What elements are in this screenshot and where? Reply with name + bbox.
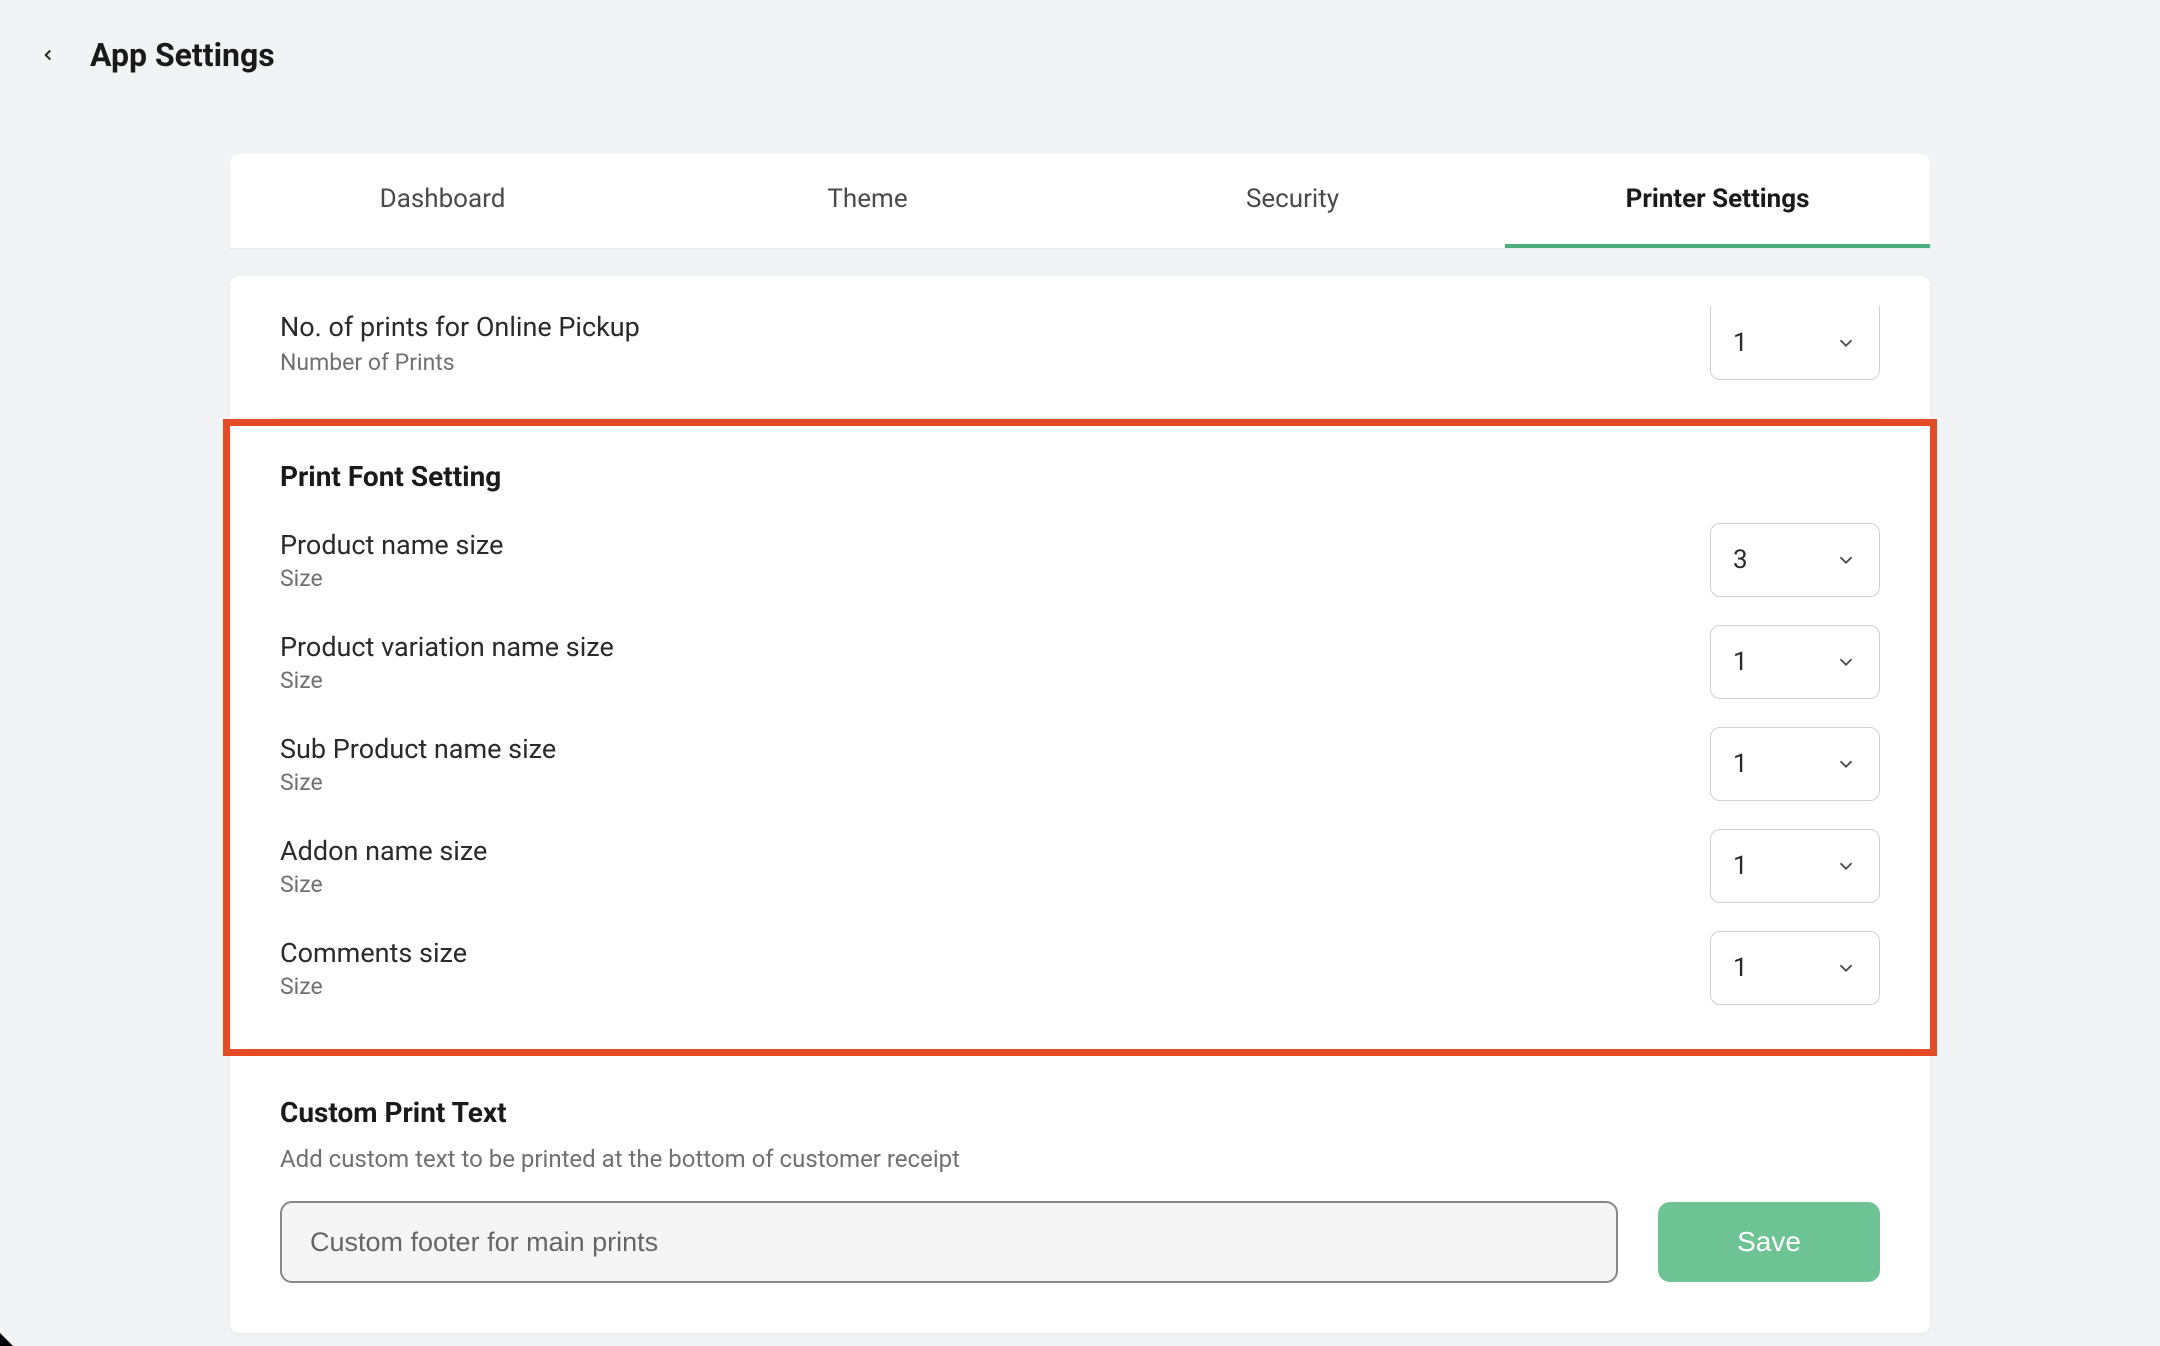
product-variation-size-select[interactable]: 1 (1710, 625, 1880, 699)
font-row-title: Product variation name size (280, 631, 614, 663)
tab-security[interactable]: Security (1080, 154, 1505, 248)
back-button[interactable] (30, 37, 66, 73)
font-row-sub: Size (280, 871, 487, 898)
save-button[interactable]: Save (1658, 1202, 1880, 1282)
corner-notch (0, 1333, 13, 1346)
comments-size-select[interactable]: 1 (1710, 931, 1880, 1005)
select-value: 1 (1733, 851, 1748, 881)
prints-select[interactable]: 1 (1710, 306, 1880, 380)
font-row-sub: Size (280, 565, 503, 592)
comments-size-row: Comments size Size 1 (230, 917, 1930, 1019)
chevron-down-icon (1835, 332, 1857, 354)
chevron-left-icon (39, 46, 57, 64)
prints-value: 1 (1733, 328, 1748, 358)
prints-sub: Number of Prints (280, 349, 640, 376)
font-row-title: Sub Product name size (280, 733, 556, 765)
select-value: 1 (1733, 953, 1748, 983)
product-name-size-select[interactable]: 3 (1710, 523, 1880, 597)
addon-name-size-select[interactable]: 1 (1710, 829, 1880, 903)
addon-name-size-row: Addon name size Size 1 (230, 815, 1930, 917)
print-font-setting-highlight: Print Font Setting Product name size Siz… (223, 419, 1937, 1056)
custom-footer-input[interactable] (280, 1201, 1618, 1283)
font-row-title: Comments size (280, 937, 467, 969)
font-section-title: Print Font Setting (230, 434, 1930, 509)
chevron-down-icon (1835, 753, 1857, 775)
settings-panel: No. of prints for Online Pickup Number o… (230, 276, 1930, 1333)
chevron-down-icon (1835, 549, 1857, 571)
font-row-sub: Size (280, 973, 467, 1000)
page-title: App Settings (90, 36, 275, 74)
tabs: Dashboard Theme Security Printer Setting… (230, 154, 1930, 248)
select-value: 3 (1733, 545, 1748, 575)
chevron-down-icon (1835, 855, 1857, 877)
tab-theme[interactable]: Theme (655, 154, 1080, 248)
font-row-sub: Size (280, 769, 556, 796)
tab-dashboard[interactable]: Dashboard (230, 154, 655, 248)
sub-product-size-select[interactable]: 1 (1710, 727, 1880, 801)
product-variation-size-row: Product variation name size Size 1 (230, 611, 1930, 713)
tab-printer-settings[interactable]: Printer Settings (1505, 154, 1930, 248)
select-value: 1 (1733, 749, 1748, 779)
custom-print-title: Custom Print Text (230, 1056, 1930, 1145)
chevron-down-icon (1835, 651, 1857, 673)
font-row-title: Addon name size (280, 835, 487, 867)
font-row-sub: Size (280, 667, 614, 694)
prints-title: No. of prints for Online Pickup (280, 311, 640, 343)
chevron-down-icon (1835, 957, 1857, 979)
prints-online-pickup-row: No. of prints for Online Pickup Number o… (230, 276, 1930, 400)
select-value: 1 (1733, 647, 1748, 677)
font-row-title: Product name size (280, 529, 503, 561)
custom-print-sub: Add custom text to be printed at the bot… (230, 1145, 1930, 1195)
product-name-size-row: Product name size Size 3 (230, 509, 1930, 611)
sub-product-size-row: Sub Product name size Size 1 (230, 713, 1930, 815)
